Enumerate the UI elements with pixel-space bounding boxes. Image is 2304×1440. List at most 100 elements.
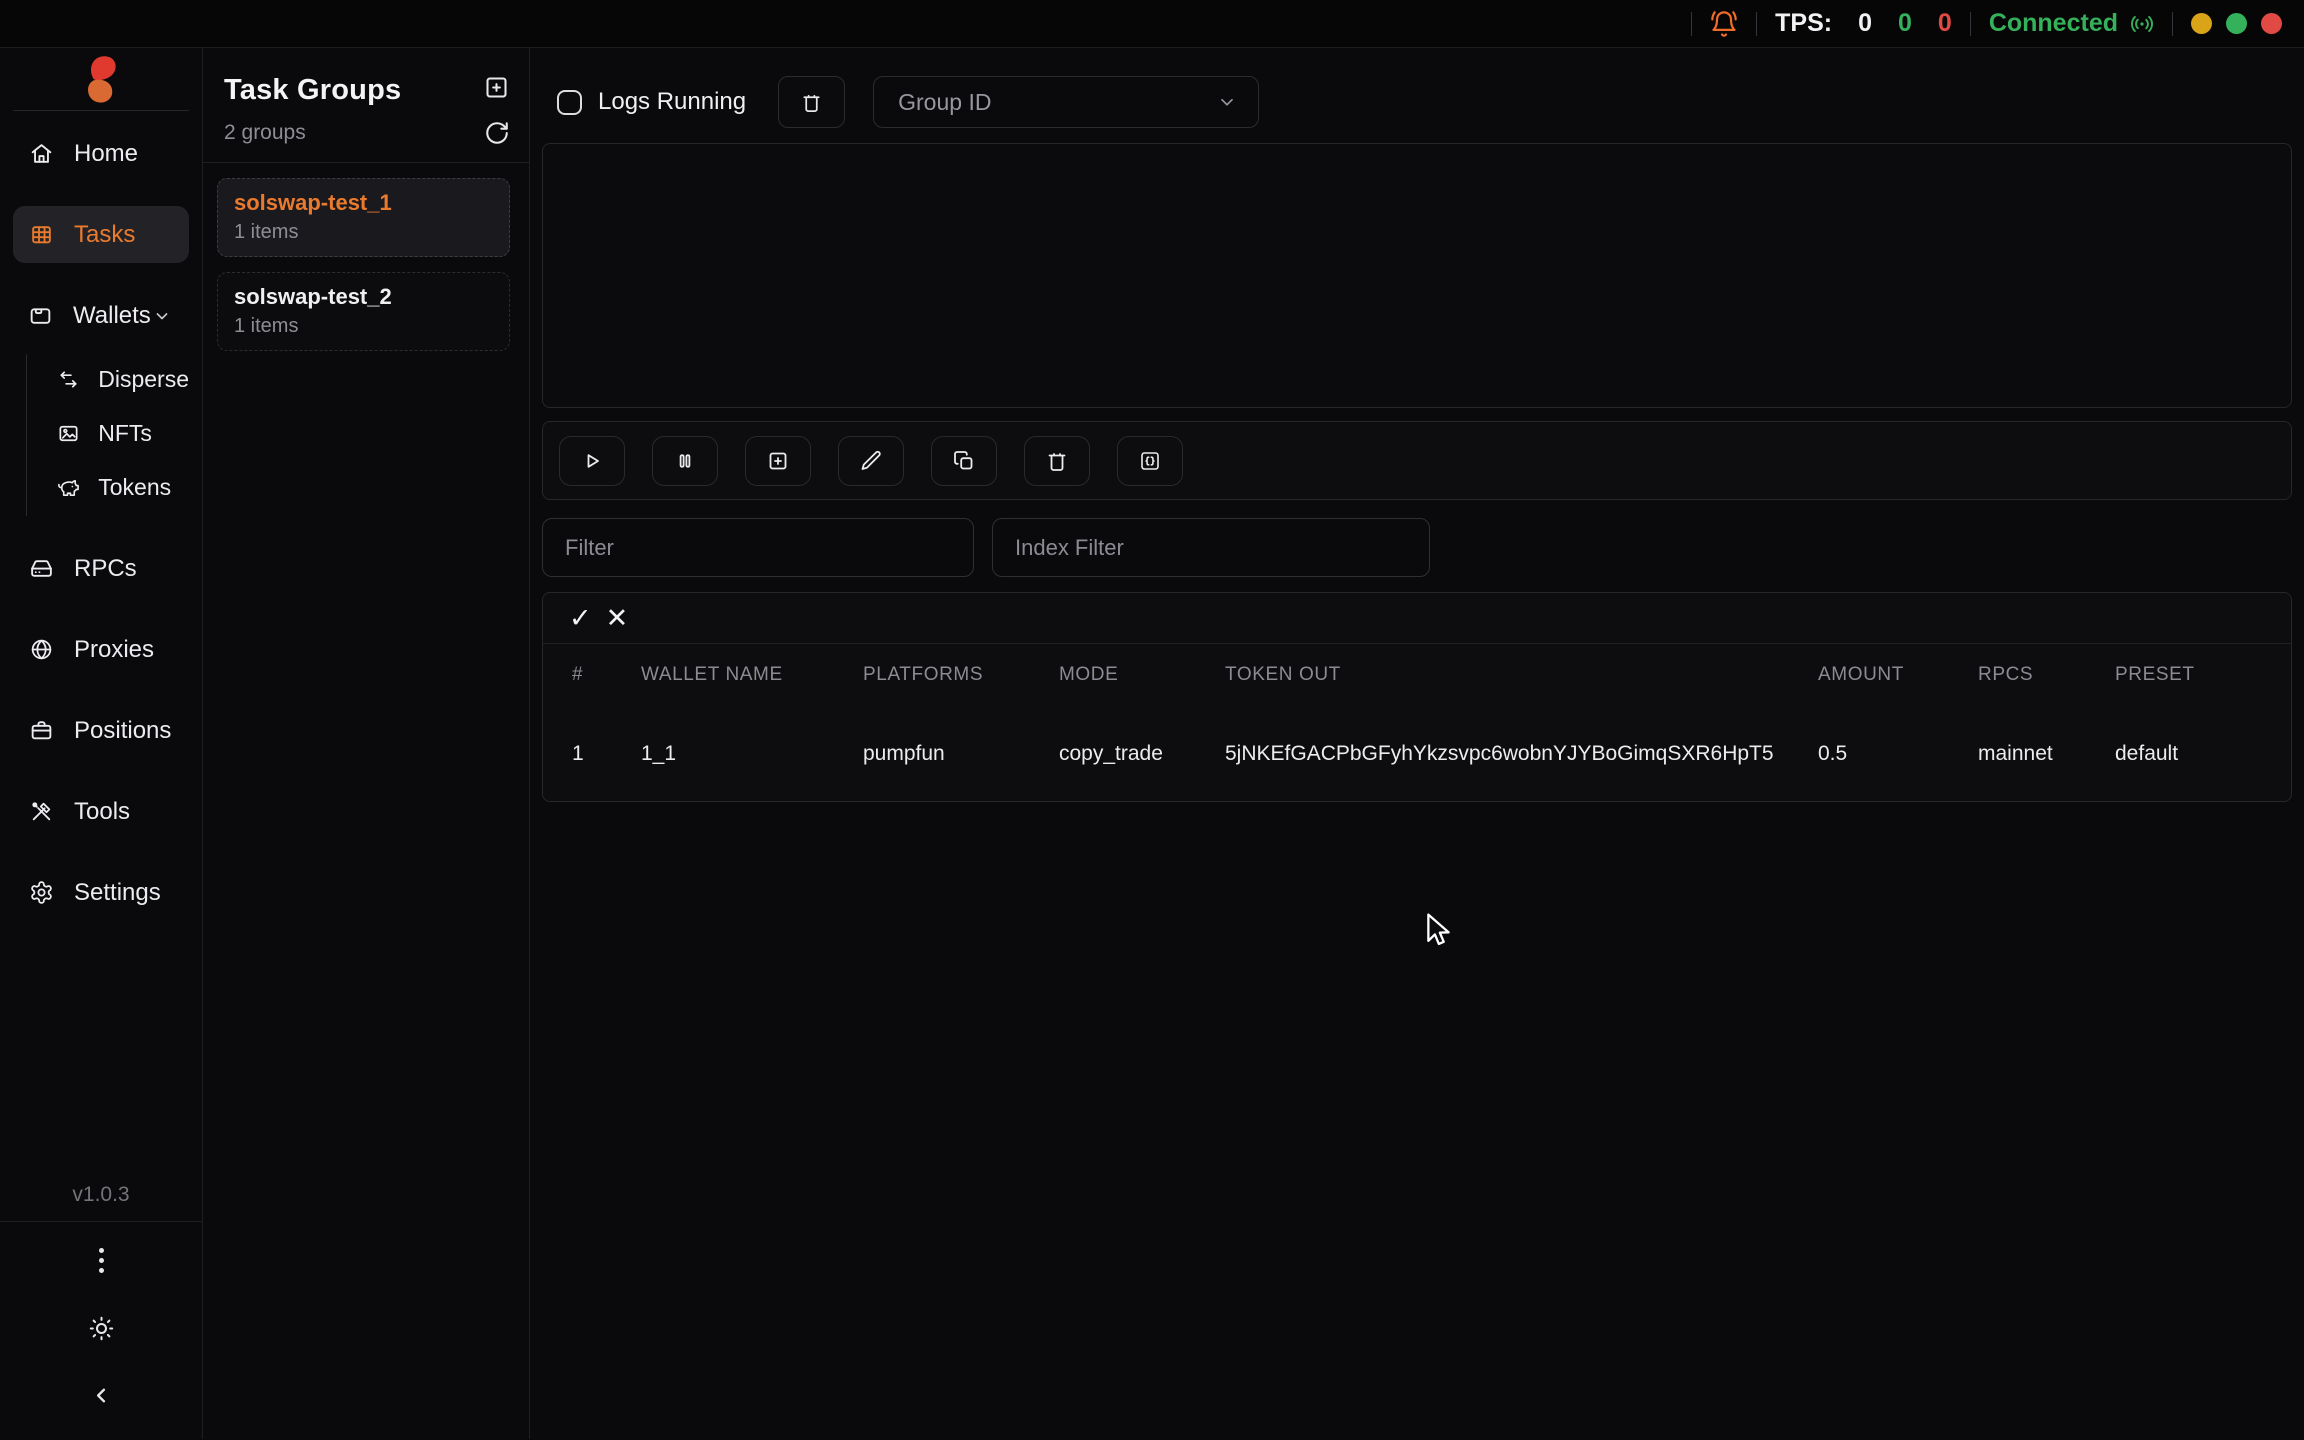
filter-input[interactable] [542,518,974,577]
deselect-all-close-icon[interactable]: ✕ [606,605,629,632]
theme-sun-icon[interactable] [88,1315,115,1342]
copy-icon [952,449,976,473]
task-groups-title: Task Groups [224,74,401,107]
sidebar-item-disperse[interactable]: Disperse [26,354,189,404]
alarm-bell-icon[interactable] [1710,10,1738,38]
add-group-button[interactable] [483,74,510,101]
column-header: TOKEN OUT [1225,664,1818,686]
topbar-status-cluster: TPS: 0 0 0 Connected [1691,9,2282,38]
sidebar-footer-divider [0,1221,202,1222]
more-menu-icon[interactable] [99,1248,104,1273]
group-id-select[interactable]: Group ID [873,76,1259,128]
sidebar-item-proxies[interactable]: Proxies [13,621,189,678]
column-header: PLATFORMS [863,664,1059,686]
filters-row [542,518,2292,577]
sidebar-item-tasks[interactable]: Tasks [13,206,189,263]
braces-square-icon [1138,449,1162,473]
chevron-down-icon [151,306,174,326]
window-control-yellow[interactable] [2191,13,2212,34]
sidebar-item-positions[interactable]: Positions [13,702,189,759]
clear-logs-trash-button[interactable] [778,76,845,128]
start-task-button[interactable] [559,436,625,486]
task-group-card[interactable]: solswap-test_2 1 items [217,272,510,351]
app-logo[interactable] [0,48,202,110]
edit-task-button[interactable] [838,436,904,486]
column-header: WALLET NAME [641,664,863,686]
topbar-separator [2172,12,2173,36]
trash-icon [1045,449,1069,473]
sidebar-item-label: NFTs [98,420,152,447]
selection-actions-row: ✓ ✕ [543,593,2291,644]
sidebar-item-label: Wallets [73,302,151,330]
tps-total-value: 0 [1858,9,1872,38]
sidebar-item-label: Positions [74,717,171,745]
cell-mode: copy_trade [1059,742,1225,766]
window-control-green[interactable] [2226,13,2247,34]
logs-output-area [542,143,2292,408]
cell-rpcs: mainnet [1978,742,2115,766]
task-groups-header: Task Groups 2 groups [203,48,529,146]
table-header-row: # WALLET NAME PLATFORMS MODE TOKEN OUT A… [543,644,2291,706]
sidebar-item-settings[interactable]: Settings [13,864,189,921]
cell-wallet-name: 1_1 [641,742,863,766]
main-content: Logs Running Group ID [530,48,2304,1439]
index-filter-input[interactable] [992,518,1430,577]
signal-waves-icon [2130,12,2154,36]
column-header: AMOUNT [1818,664,1978,686]
logs-controls-row: Logs Running Group ID [542,76,2292,128]
select-all-check-icon[interactable]: ✓ [569,605,592,632]
group-id-select-value: Group ID [898,89,991,116]
task-groups-panel: Task Groups 2 groups [203,48,530,1439]
column-header: MODE [1059,664,1225,686]
sidebar-item-nfts[interactable]: NFTs [26,408,189,458]
tasks-table: ✓ ✕ # WALLET NAME PLATFORMS MODE TOKEN O… [542,592,2292,802]
briefcase-icon [28,718,54,743]
wallets-submenu: Disperse NFTs [13,354,189,516]
sidebar-item-tokens[interactable]: Tokens [26,462,189,512]
column-header: PRESET [2115,664,2267,686]
groups-count: 2 groups [224,121,306,145]
cell-amount: 0.5 [1818,742,1978,766]
cell-platforms: pumpfun [863,742,1059,766]
sidebar-footer: v1.0.3 [0,1183,202,1439]
image-icon [56,422,80,445]
column-header: # [572,664,641,686]
task-group-name: solswap-test_2 [234,284,493,310]
pause-task-button[interactable] [652,436,718,486]
sidebar-item-tools[interactable]: Tools [13,783,189,840]
home-icon [28,141,54,166]
task-group-card[interactable]: solswap-test_1 1 items [217,178,510,257]
table-grid-icon [28,222,54,247]
collapse-sidebar-chevron-left-icon[interactable] [90,1384,113,1407]
table-row[interactable]: 1 1_1 pumpfun copy_trade 5jNKEfGACPbGFyh… [543,706,2291,801]
connection-status: Connected [1989,9,2154,38]
sidebar-item-wallets[interactable]: Wallets [13,287,189,344]
sidebar-nav: Home Tasks Walle [0,111,202,945]
play-icon [580,449,604,473]
topbar-separator [1970,12,1971,36]
window-control-red[interactable] [2261,13,2282,34]
logs-running-checkbox[interactable] [557,90,582,115]
swap-arrows-icon [56,368,80,391]
sidebar-item-label: Tools [74,798,130,826]
app-version: v1.0.3 [72,1183,129,1207]
sidebar-item-label: Disperse [98,366,189,393]
logs-running-label: Logs Running [598,88,746,116]
gear-icon [28,880,54,905]
globe-icon [28,637,54,662]
task-group-items-count: 1 items [234,221,493,244]
edit-json-button[interactable] [1117,436,1183,486]
sidebar-item-label: Tasks [74,221,135,249]
sidebar-item-home[interactable]: Home [13,125,189,182]
chevron-down-icon [1216,91,1238,113]
delete-task-button[interactable] [1024,436,1090,486]
sidebar-item-label: Settings [74,879,161,907]
duplicate-task-button[interactable] [931,436,997,486]
trash-icon [800,91,823,114]
cell-preset: default [2115,742,2267,766]
sidebar-item-rpcs[interactable]: RPCs [13,540,189,597]
hard-drive-icon [28,556,54,581]
add-task-button[interactable] [745,436,811,486]
refresh-icon[interactable] [483,119,510,146]
sidebar-item-label: Proxies [74,636,154,664]
